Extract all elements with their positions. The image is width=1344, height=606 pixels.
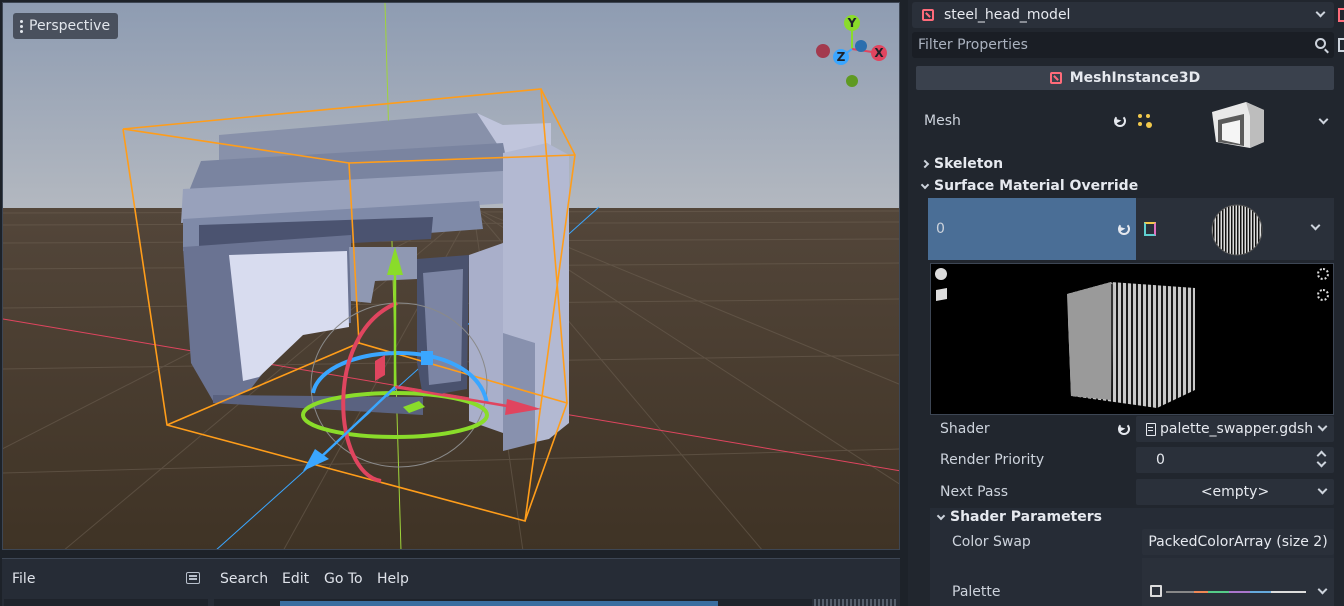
viewport-scene: Y X Z — [3, 3, 899, 549]
script-tab[interactable] — [280, 601, 718, 606]
mesh-edit-icon[interactable] — [1138, 114, 1154, 130]
chevron-down-icon[interactable] — [1310, 220, 1321, 231]
gizmo-x-label: X — [874, 46, 884, 60]
resource-selector[interactable]: steel_head_model — [912, 2, 1334, 28]
revert-icon[interactable] — [1118, 223, 1130, 235]
render-priority-label: Render Priority — [940, 452, 1045, 468]
script-editor-panel: File Search Edit Go To Help — [2, 558, 900, 606]
light-1-icon[interactable] — [1317, 268, 1329, 280]
filter-properties-input[interactable]: Filter Properties — [912, 32, 1334, 58]
revert-icon[interactable] — [1114, 115, 1126, 127]
mesh-preview-thumbnail[interactable] — [1206, 98, 1266, 150]
perspective-label: Perspective — [29, 18, 111, 34]
class-name: MeshInstance3D — [1069, 70, 1201, 86]
chevron-right-icon — [920, 159, 930, 169]
shader-parameters-label: Shader Parameters — [950, 509, 1102, 525]
chevron-down-icon[interactable] — [1315, 7, 1326, 18]
surface-override-label: Surface Material Override — [934, 178, 1139, 194]
next-pass-label: Next Pass — [940, 484, 1009, 500]
material-preview[interactable] — [930, 263, 1334, 415]
surface-override-section[interactable]: Surface Material Override — [920, 178, 1139, 194]
slot-index: 0 — [936, 221, 945, 237]
shader-parameters-section[interactable]: Shader Parameters — [936, 509, 1102, 525]
file-menu[interactable]: File — [12, 571, 35, 587]
color-swap-label: Color Swap — [952, 534, 1031, 550]
sphere-preview-icon[interactable] — [935, 268, 947, 280]
script-list-toggle-icon[interactable] — [186, 572, 200, 584]
material-preview-sphere[interactable] — [1210, 204, 1264, 256]
script-list[interactable] — [4, 599, 208, 606]
object-history-icon[interactable] — [1338, 8, 1344, 22]
chevron-down-icon[interactable] — [1318, 114, 1329, 125]
mesh-instance-icon — [1049, 72, 1062, 84]
perspective-menu-button[interactable]: Perspective — [13, 13, 119, 39]
gizmo-y-label: Y — [847, 16, 857, 30]
script-menu-bar: File Search Edit Go To Help — [2, 567, 900, 591]
color-swap-button[interactable]: PackedColorArray (size 2) — [1142, 529, 1334, 555]
mesh-label: Mesh — [924, 113, 961, 129]
render-priority-value: 0 — [1156, 452, 1165, 468]
mesh-property-row: Mesh — [916, 96, 1334, 152]
palette-label: Palette — [952, 584, 1001, 600]
help-menu[interactable]: Help — [377, 571, 409, 587]
spinner-icon[interactable] — [1318, 452, 1326, 466]
chevron-down-icon[interactable] — [1317, 421, 1328, 432]
script-tab-area[interactable] — [214, 599, 812, 606]
minimap[interactable] — [814, 599, 898, 606]
shader-picker[interactable]: palette_swapper.gdsh — [1136, 416, 1334, 442]
next-pass-value: <empty> — [1200, 484, 1270, 500]
material-picker[interactable] — [1136, 198, 1334, 260]
3d-viewport[interactable]: Y X Z Perspective — [2, 2, 900, 550]
tools-icon[interactable] — [1338, 38, 1344, 52]
filter-placeholder: Filter Properties — [918, 37, 1028, 53]
shader-material-icon — [1144, 222, 1156, 236]
inspector-edge-tools — [1338, 6, 1344, 56]
search-menu[interactable]: Search — [220, 571, 268, 587]
goto-menu[interactable]: Go To — [324, 571, 363, 587]
skeleton-label: Skeleton — [934, 156, 1004, 172]
chevron-down-icon[interactable] — [1317, 484, 1328, 495]
light-2-icon[interactable] — [1317, 289, 1329, 301]
surface-slot-0[interactable]: 0 — [928, 198, 1136, 260]
resource-name: steel_head_model — [944, 7, 1071, 23]
class-header: MeshInstance3D — [916, 66, 1334, 90]
preview-cube — [1067, 282, 1195, 408]
palette-texture-picker[interactable] — [1142, 558, 1334, 606]
render-priority-spinbox[interactable]: 0 — [1136, 447, 1334, 473]
next-pass-picker[interactable]: <empty> — [1136, 479, 1334, 505]
mesh-instance-icon — [922, 9, 934, 21]
edit-menu[interactable]: Edit — [282, 571, 309, 587]
editor-window: Y X Z Perspective File Search Edit Go To… — [0, 0, 1344, 606]
texture-icon — [1150, 585, 1162, 597]
box-preview-icon[interactable] — [936, 288, 947, 301]
shader-label: Shader — [940, 421, 990, 437]
shader-file-icon — [1146, 422, 1156, 436]
chevron-down-icon — [936, 511, 946, 520]
inspector-panel: steel_head_model Filter Properties MeshI… — [908, 0, 1344, 606]
gizmo-z-label: Z — [837, 50, 846, 64]
chevron-down-icon[interactable] — [1317, 584, 1328, 595]
search-icon — [1315, 38, 1326, 49]
palette-preview — [1166, 591, 1306, 593]
skeleton-section[interactable]: Skeleton — [920, 156, 1004, 172]
kebab-icon — [19, 19, 23, 33]
shader-value: palette_swapper.gdsh — [1160, 421, 1314, 437]
chevron-down-icon — [920, 180, 930, 189]
revert-icon[interactable] — [1118, 423, 1130, 435]
color-swap-value: PackedColorArray (size 2) — [1148, 534, 1328, 550]
